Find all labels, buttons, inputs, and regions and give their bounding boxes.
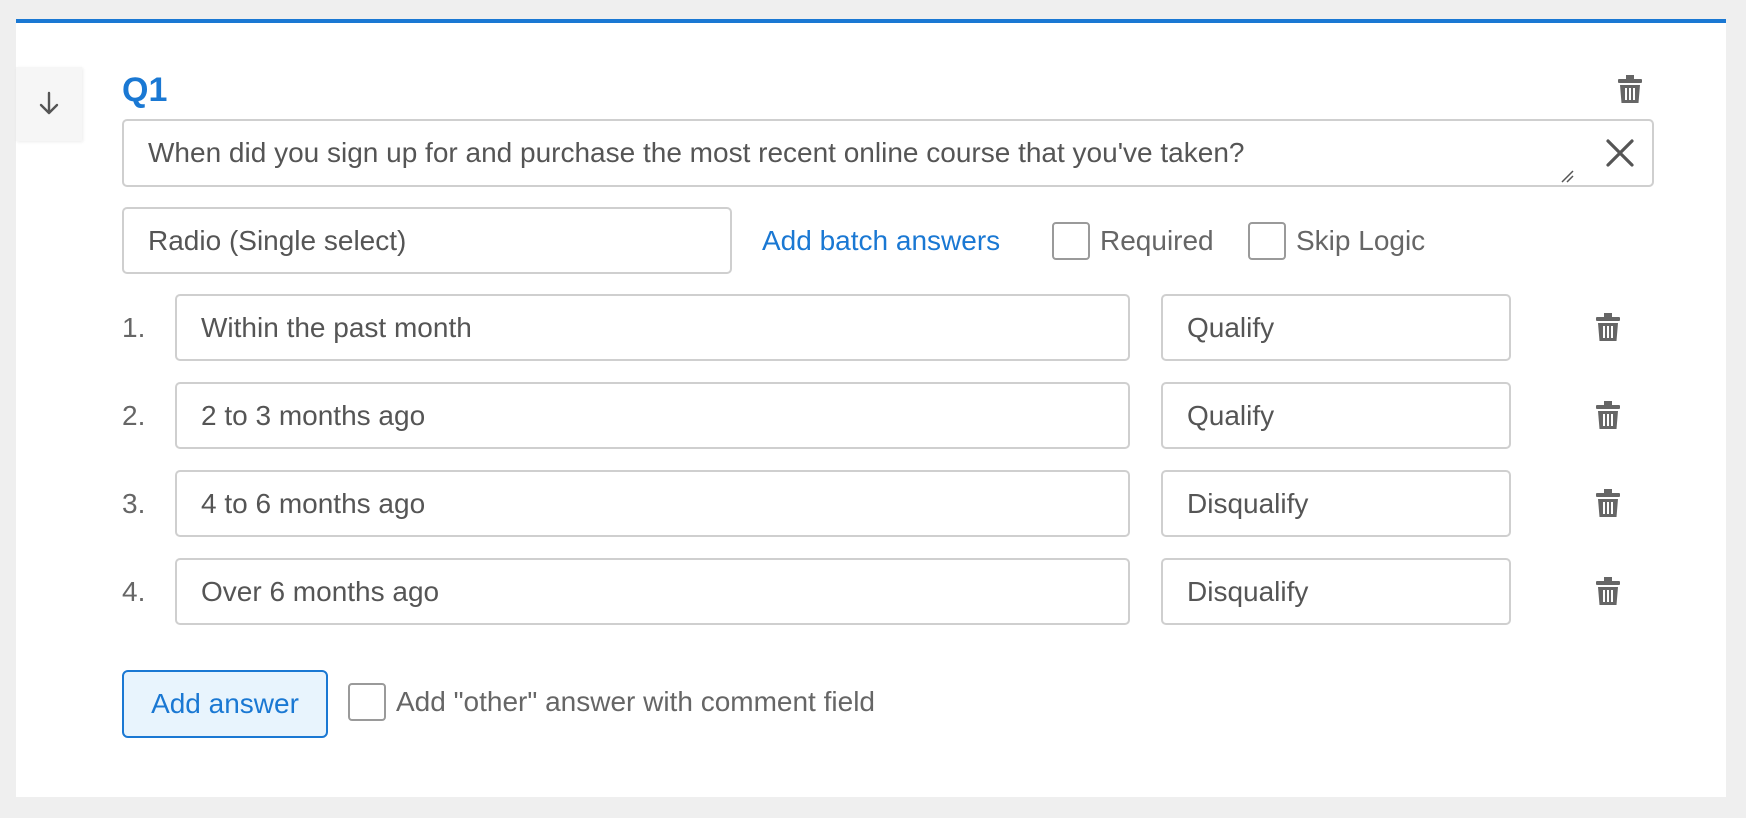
trash-icon [1596,401,1620,429]
drag-handle[interactable] [16,67,82,141]
delete-answer-button[interactable] [1588,483,1628,523]
question-text: When did you sign up for and purchase th… [148,137,1245,168]
answer-row: 2. 2 to 3 months ago Qualify [122,382,1662,449]
qualify-select[interactable]: Disqualify [1161,470,1511,537]
delete-answer-button[interactable] [1588,307,1628,347]
question-card: Q1 When did you sign up for and purchase… [16,19,1726,797]
qualify-select[interactable]: Qualify [1161,294,1511,361]
answer-number: 4. [122,576,146,607]
answer-row: 4. Over 6 months ago Disqualify [122,558,1662,625]
answer-number: 1. [122,312,146,343]
qualify-select[interactable]: Disqualify [1161,558,1511,625]
resize-grip-icon[interactable] [1560,169,1574,183]
trash-icon [1618,75,1642,103]
answer-row: 3. 4 to 6 months ago Disqualify [122,470,1662,537]
answer-text-field[interactable]: 2 to 3 months ago [175,382,1130,449]
answer-number: 3. [122,488,146,519]
other-answer-label: Add "other" answer with comment field [396,685,875,717]
answer-number: 2. [122,400,146,431]
trash-icon [1596,489,1620,517]
close-icon [1606,139,1634,167]
answer-text-field[interactable]: Within the past month [175,294,1130,361]
answer-text-field[interactable]: 4 to 6 months ago [175,470,1130,537]
skip-logic-label: Skip Logic [1296,224,1426,256]
add-answer-button[interactable]: Add answer [122,670,328,738]
trash-icon [1596,313,1620,341]
arrow-down-icon [39,91,59,115]
required-label: Required [1100,224,1214,256]
delete-question-button[interactable] [1610,69,1650,109]
delete-answer-button[interactable] [1588,395,1628,435]
answer-text-field[interactable]: Over 6 months ago [175,558,1130,625]
answer-row: 1. Within the past month Qualify [122,294,1662,361]
required-checkbox-group[interactable]: Required [1052,207,1214,274]
required-checkbox[interactable] [1052,221,1090,260]
question-type-select[interactable]: Radio (Single select) [122,207,732,274]
trash-icon [1596,577,1620,605]
delete-answer-button[interactable] [1588,571,1628,611]
skip-logic-checkbox-group[interactable]: Skip Logic [1248,207,1425,274]
other-answer-checkbox-group[interactable]: Add "other" answer with comment field [348,668,875,735]
qualify-select[interactable]: Qualify [1161,382,1511,449]
other-answer-checkbox[interactable] [348,682,386,721]
question-text-field[interactable]: When did you sign up for and purchase th… [122,119,1654,187]
clear-question-button[interactable] [1598,131,1642,175]
skip-logic-checkbox[interactable] [1248,221,1286,260]
add-batch-answers-link[interactable]: Add batch answers [762,207,1000,274]
question-number: Q1 [122,71,168,109]
